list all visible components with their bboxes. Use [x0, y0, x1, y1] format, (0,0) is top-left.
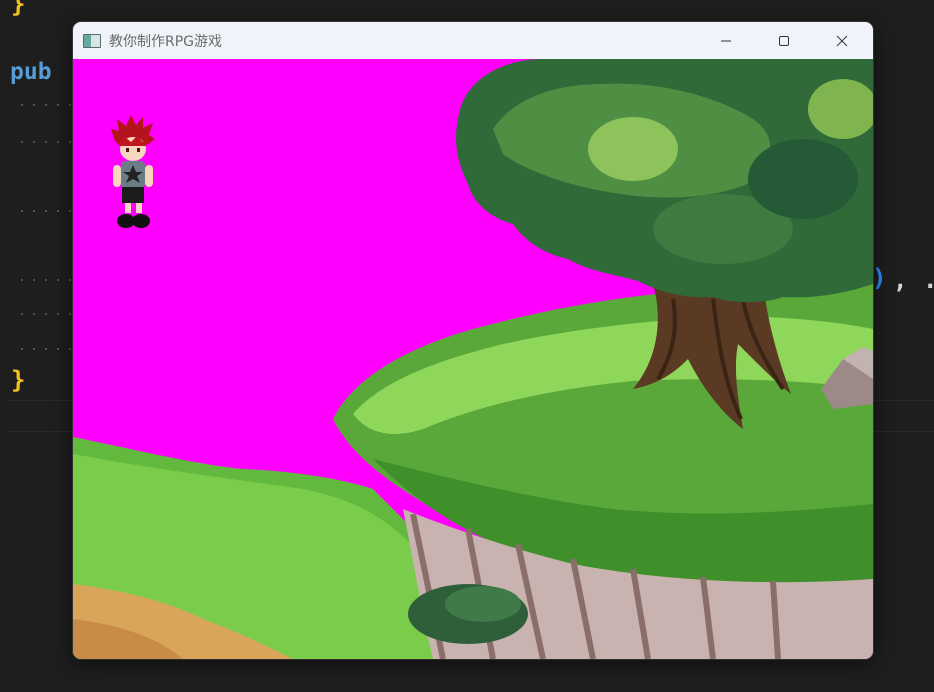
indent-guide [16, 104, 72, 106]
indent-guide [16, 210, 72, 212]
game-window[interactable]: 教你制作RPG游戏 [73, 22, 873, 659]
character-leg-left [125, 203, 131, 213]
game-scene [73, 59, 873, 659]
code-brace-top: } [11, 0, 26, 18]
window-titlebar[interactable]: 教你制作RPG游戏 [73, 22, 873, 59]
character-leg-right [136, 203, 142, 213]
code-dot: . [923, 268, 934, 292]
code-paren: ) [872, 264, 887, 292]
tree-canopy-highlight [588, 117, 678, 181]
character-shoe-right [132, 214, 150, 228]
tree-canopy-shadow [748, 139, 858, 219]
code-brace-bottom: } [11, 366, 26, 394]
character-arm-right [145, 165, 153, 187]
indent-guide [16, 279, 72, 281]
minimize-button[interactable] [703, 22, 749, 59]
small-bush-highlight [445, 586, 521, 622]
minimize-icon [721, 40, 731, 41]
indent-guide [16, 313, 72, 315]
character-eye-left [126, 148, 129, 152]
code-keyword-pub: pub [10, 59, 52, 85]
close-button[interactable] [819, 22, 865, 59]
indent-guide [16, 348, 72, 350]
close-icon [836, 35, 848, 46]
code-comma: , [893, 266, 908, 294]
maximize-button[interactable] [761, 22, 807, 59]
app-window-icon [83, 33, 101, 48]
character-eye-right [137, 148, 140, 152]
game-canvas[interactable] [73, 59, 873, 659]
player-character [111, 115, 155, 228]
character-arm-left [113, 165, 121, 187]
indent-guide [16, 141, 72, 143]
maximize-icon [779, 35, 789, 46]
character-shorts [122, 187, 144, 203]
window-title: 教你制作RPG游戏 [109, 33, 223, 50]
